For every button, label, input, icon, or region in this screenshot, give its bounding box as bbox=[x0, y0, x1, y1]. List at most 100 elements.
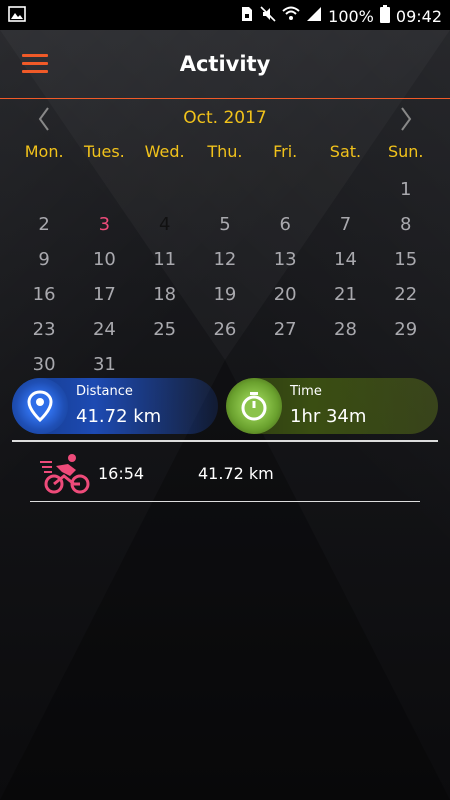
wifi-icon bbox=[282, 6, 300, 26]
calendar-day[interactable]: 18 bbox=[135, 277, 195, 312]
calendar-day[interactable]: 6 bbox=[255, 207, 315, 242]
calendar-empty-cell bbox=[195, 347, 255, 382]
calendar-day[interactable]: 16 bbox=[14, 277, 74, 312]
calendar-day[interactable]: 13 bbox=[255, 242, 315, 277]
stopwatch-icon bbox=[226, 378, 282, 434]
calendar-day[interactable]: 22 bbox=[376, 277, 436, 312]
calendar-day-number: 31 bbox=[92, 354, 116, 375]
calendar-empty-cell bbox=[135, 347, 195, 382]
distance-card: Distance 41.72 km bbox=[12, 378, 218, 434]
calendar-day[interactable]: 5 bbox=[195, 207, 255, 242]
calendar-day-number: 8 bbox=[400, 214, 412, 235]
calendar-day-number: 23 bbox=[32, 319, 56, 340]
calendar-day[interactable]: 8 bbox=[376, 207, 436, 242]
calendar-day[interactable]: 26 bbox=[195, 312, 255, 347]
calendar-day[interactable]: 12 bbox=[195, 242, 255, 277]
calendar-day-number: 13 bbox=[273, 249, 297, 270]
chevron-right-icon bbox=[401, 107, 412, 131]
calendar-day[interactable]: 19 bbox=[195, 277, 255, 312]
weekday-label: Thu. bbox=[207, 142, 243, 161]
sim-icon bbox=[240, 6, 254, 26]
calendar-grid: 1 2 3 4 5 6 7 8 9 10 11 12 13 14 15 16 17 18 19 20 21 22 23 24 2… bbox=[14, 172, 436, 382]
calendar-day[interactable]: 27 bbox=[255, 312, 315, 347]
calendar-month: Oct. 2017 bbox=[183, 108, 267, 128]
stats-panel: Distance 41.72 km Time 1hr 34m bbox=[10, 378, 440, 438]
calendar-day[interactable]: 4 bbox=[135, 207, 195, 242]
calendar-day[interactable]: 30 bbox=[14, 347, 74, 382]
battery-text: 100% bbox=[328, 6, 374, 26]
calendar-day-number: 10 bbox=[92, 249, 116, 270]
calendar-day-number: 20 bbox=[273, 284, 297, 305]
calendar-day-number: 14 bbox=[334, 249, 357, 270]
calendar-day[interactable]: 10 bbox=[74, 242, 134, 277]
location-pin-icon bbox=[12, 378, 68, 434]
gallery-icon bbox=[8, 6, 26, 26]
calendar-day-number: 30 bbox=[32, 354, 56, 375]
calendar-day[interactable]: 23 bbox=[14, 312, 74, 347]
weekday-label: Tues. bbox=[84, 142, 125, 161]
calendar-day-number: 6 bbox=[279, 214, 291, 235]
section-divider bbox=[12, 440, 438, 442]
calendar-day[interactable]: 1 bbox=[376, 172, 436, 207]
calendar-day[interactable]: 28 bbox=[315, 312, 375, 347]
distance-label: Distance bbox=[76, 384, 133, 399]
calendar-day-number: 19 bbox=[213, 284, 237, 305]
activity-distance: 41.72 km bbox=[198, 464, 274, 483]
row-divider bbox=[30, 501, 420, 502]
calendar-empty-cell bbox=[135, 172, 195, 207]
calendar-day-number: 3 bbox=[98, 214, 111, 235]
time-label: Time bbox=[290, 384, 322, 399]
calendar-empty-cell bbox=[376, 347, 436, 382]
calendar-day-number: 28 bbox=[334, 319, 357, 340]
weekday-label: Mon. bbox=[24, 142, 64, 161]
battery-icon bbox=[379, 5, 390, 27]
calendar-day-number: 26 bbox=[213, 319, 237, 340]
calendar-day-number: 29 bbox=[394, 319, 418, 340]
calendar-empty-cell bbox=[195, 172, 255, 207]
calendar-day[interactable]: 2 bbox=[14, 207, 74, 242]
calendar-day-number: 4 bbox=[158, 214, 171, 235]
calendar-day-number: 16 bbox=[32, 284, 56, 305]
next-month-button[interactable] bbox=[390, 104, 420, 134]
calendar-day[interactable]: 14 bbox=[315, 242, 375, 277]
calendar-day[interactable]: 9 bbox=[14, 242, 74, 277]
weekday-row: Mon. Tues. Wed. Thu. Fri. Sat. Sun. bbox=[14, 142, 436, 161]
app-header: Activity bbox=[0, 30, 450, 99]
calendar-day-number: 2 bbox=[38, 214, 50, 235]
calendar-empty-cell bbox=[315, 172, 375, 207]
distance-value: 41.72 km bbox=[76, 406, 162, 427]
calendar-day[interactable]: 31 bbox=[74, 347, 134, 382]
bike-icon bbox=[38, 452, 94, 496]
mute-icon bbox=[260, 6, 276, 26]
calendar-empty-cell bbox=[315, 347, 375, 382]
status-bar: 100% 09:42 bbox=[0, 0, 450, 30]
calendar-day[interactable]: 3 bbox=[74, 207, 134, 242]
calendar-day[interactable]: 29 bbox=[376, 312, 436, 347]
clock-text: 09:42 bbox=[395, 6, 442, 26]
activity-row[interactable]: 16:54 41.72 km bbox=[30, 452, 420, 502]
calendar-day-number: 17 bbox=[92, 284, 116, 305]
weekday-label: Fri. bbox=[273, 142, 298, 161]
calendar-day[interactable]: 17 bbox=[74, 277, 134, 312]
calendar-day[interactable]: 15 bbox=[376, 242, 436, 277]
calendar-day[interactable]: 7 bbox=[315, 207, 375, 242]
weekday-label: Sun. bbox=[387, 142, 424, 161]
calendar-empty-cell bbox=[255, 347, 315, 382]
calendar-empty-cell bbox=[255, 172, 315, 207]
calendar-empty-cell bbox=[14, 172, 74, 207]
calendar-header: Oct. 2017 bbox=[0, 104, 450, 134]
calendar-day[interactable]: 11 bbox=[135, 242, 195, 277]
calendar-day[interactable]: 21 bbox=[315, 277, 375, 312]
calendar-day-number: 9 bbox=[38, 249, 50, 270]
calendar-day-number: 22 bbox=[394, 284, 418, 305]
calendar-day[interactable]: 24 bbox=[74, 312, 134, 347]
calendar-day-number: 7 bbox=[339, 214, 352, 235]
weekday-label: Sat. bbox=[329, 142, 362, 161]
calendar-day-number: 11 bbox=[153, 249, 177, 270]
calendar-day[interactable]: 20 bbox=[255, 277, 315, 312]
page-title: Activity bbox=[179, 52, 271, 76]
calendar-day-number: 18 bbox=[153, 284, 177, 305]
calendar-day[interactable]: 25 bbox=[135, 312, 195, 347]
calendar-day-number: 21 bbox=[334, 284, 357, 305]
time-value: 1hr 34m bbox=[290, 406, 367, 427]
